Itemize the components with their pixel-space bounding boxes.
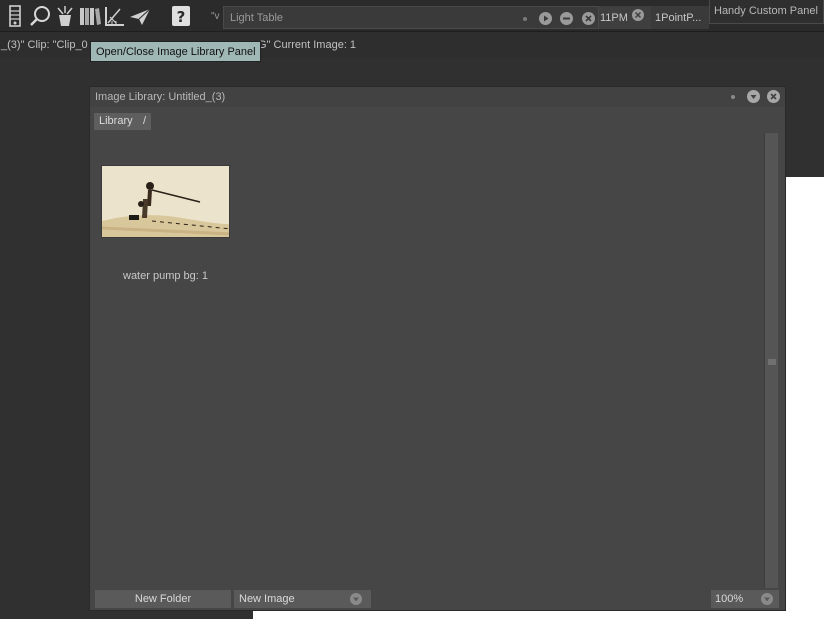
minus-icon[interactable] <box>560 12 573 25</box>
vertical-scrollbar[interactable] <box>764 133 778 588</box>
new-image-dropdown[interactable]: New Image <box>234 590 371 608</box>
help-glyph: ? <box>177 8 186 26</box>
chevron-down-icon[interactable] <box>761 593 773 605</box>
lighttable-prefix: "v <box>211 11 220 22</box>
panel-title: Image Library: Untitled_(3) <box>95 91 226 103</box>
tooltip: Open/Close Image Library Panel <box>90 41 261 62</box>
close-icon[interactable] <box>767 90 780 103</box>
tab-1point[interactable]: 1PointP... <box>651 6 709 29</box>
dot-icon <box>523 17 527 21</box>
main-toolbar: ? "v Light Table 11PM 1PointP... Handy C… <box>0 0 824 32</box>
tab-1point-label: 1PointP... <box>655 12 702 24</box>
new-image-label: New Image <box>239 593 295 605</box>
zoom-select[interactable]: 100% <box>711 590 779 608</box>
desktop-gap <box>786 177 824 619</box>
image-library-icon[interactable] <box>78 4 102 28</box>
chevron-down-icon[interactable] <box>350 593 362 605</box>
breadcrumb-root[interactable]: / <box>138 113 152 130</box>
collapse-icon[interactable] <box>747 90 760 103</box>
layers-palette-icon[interactable] <box>3 4 27 28</box>
image-thumbnail[interactable] <box>101 165 230 238</box>
thumbnail-caption: water pump bg: 1 <box>123 270 208 282</box>
image-library-panel: Image Library: Untitled_(3) Library / wa… <box>89 86 786 611</box>
close-icon[interactable] <box>632 9 644 21</box>
status-clip-text: _(3)" Clip: "Clip_0 <box>1 39 88 51</box>
lighttable-title: Light Table <box>230 12 284 24</box>
help-icon[interactable]: ? <box>169 4 193 28</box>
breadcrumb-library[interactable]: Library <box>94 113 138 130</box>
handy-custom-panel[interactable]: Handy Custom Panel <box>709 0 824 24</box>
close-icon[interactable] <box>582 12 595 25</box>
paper-plane-icon[interactable] <box>128 4 152 28</box>
magic-hat-icon[interactable] <box>53 4 77 28</box>
tab-11pm[interactable]: 11PM <box>599 6 651 29</box>
search-icon[interactable] <box>28 4 52 28</box>
handy-custom-panel-label: Handy Custom Panel <box>714 5 818 17</box>
desktop-gap-bottom <box>253 611 786 619</box>
status-current-image: G" Current Image: 1 <box>258 39 357 51</box>
scroll-grip-icon[interactable] <box>768 357 776 365</box>
zoom-value: 100% <box>715 593 744 605</box>
dot-icon <box>731 95 735 99</box>
workspace-area-right <box>786 58 824 177</box>
play-icon[interactable] <box>539 12 552 25</box>
lighttable-bar[interactable]: Light Table <box>223 6 599 29</box>
ruler-grid-icon[interactable] <box>103 4 127 28</box>
tab-11pm-label: 11PM <box>600 12 628 24</box>
new-folder-button[interactable]: New Folder <box>95 590 231 608</box>
panel-titlebar[interactable]: Image Library: Untitled_(3) <box>90 87 785 107</box>
